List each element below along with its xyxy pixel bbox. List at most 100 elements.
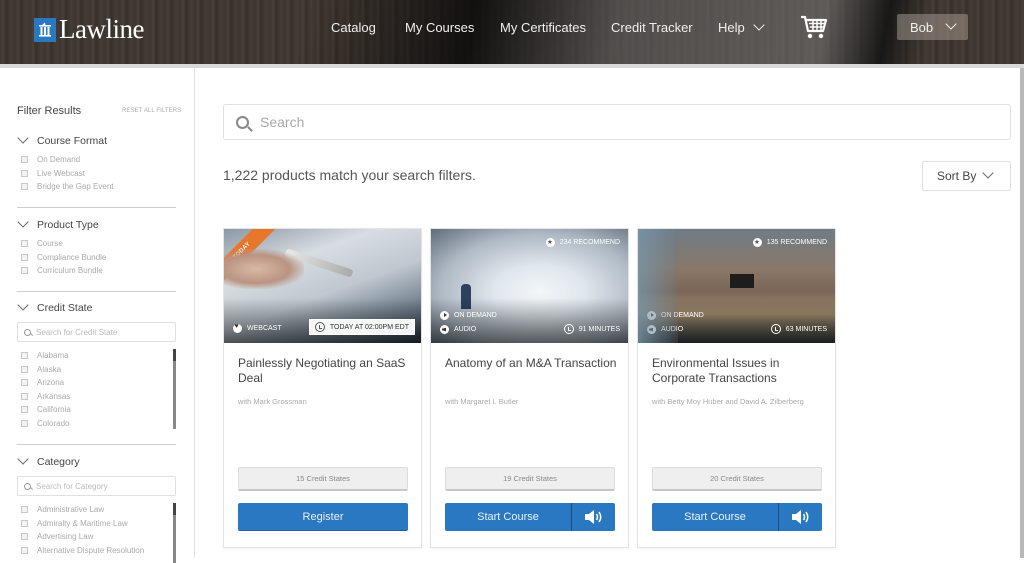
credit-state-search[interactable] (17, 322, 176, 342)
user-menu-button[interactable]: Bob (897, 14, 968, 40)
checkbox[interactable] (21, 392, 28, 400)
recommend-label: 135 RECOMMEND (766, 239, 827, 246)
course-author: with Betty Moy Huber and David A. Zilber… (652, 397, 804, 406)
filter-option-admiralty-maritime-law[interactable]: Admiralty & Maritime Law (17, 517, 176, 531)
filter-option-course[interactable]: Course (17, 237, 176, 251)
filter-option-arkansas[interactable]: Arkansas (17, 390, 176, 404)
option-label: Alaska (37, 364, 62, 374)
reset-all-filters-link[interactable]: RESET ALL FILTERS (122, 108, 181, 114)
star-icon (752, 238, 762, 247)
filter-option-live-webcast[interactable]: Live Webcast (17, 167, 176, 181)
credit-state-search-input[interactable] (36, 327, 166, 337)
register-button[interactable]: Register (238, 503, 408, 531)
course-thumbnail[interactable]: 234 RECOMMEND ON DEMAND AUDIO 91 MINUTES (431, 229, 628, 343)
course-card[interactable]: 135 RECOMMEND ON DEMAND AUDIO 63 MINUTES… (637, 228, 836, 548)
section-title: Course Format (37, 135, 108, 147)
audio-play-button[interactable] (572, 503, 615, 531)
nav-my-certificates[interactable]: My Certificates (500, 20, 586, 35)
checkbox[interactable] (21, 352, 28, 360)
filter-option-administrative-law[interactable]: Administrative Law (17, 503, 176, 517)
option-label: Arkansas (37, 391, 71, 401)
logo-pillar-icon (34, 17, 56, 42)
format-badge: ON DEMAND (440, 311, 497, 320)
filter-option-colorado[interactable]: Colorado (17, 417, 176, 430)
filter-option-alternative-dispute-resolution[interactable]: Alternative Dispute Resolution (17, 544, 176, 558)
media-label: AUDIO (661, 326, 684, 333)
nav-help[interactable]: Help (718, 19, 765, 35)
clock-icon (314, 322, 325, 332)
checkbox[interactable] (21, 546, 28, 554)
checkbox[interactable] (21, 406, 28, 414)
option-label: Alternative Dispute Resolution (37, 545, 145, 555)
filter-section-credit-state: Credit State Alabama Alaska Arizona Arka… (17, 299, 176, 429)
course-thumbnail[interactable]: TODAY WEBCAST TODAY AT 02:00PM EDT (224, 229, 421, 343)
sort-by-label: Sort By (937, 169, 977, 183)
divider (17, 207, 176, 208)
section-toggle-category[interactable]: Category (17, 453, 176, 468)
credit-states-button[interactable]: 19 Credit States (445, 467, 615, 491)
checkbox[interactable] (21, 506, 28, 514)
option-label: Colorado (37, 418, 70, 428)
section-toggle-course-format[interactable]: Course Format (17, 132, 176, 147)
filter-option-compliance-bundle[interactable]: Compliance Bundle (17, 251, 176, 265)
checkbox[interactable] (21, 365, 28, 373)
credit-state-scrollbar[interactable] (173, 349, 176, 429)
filter-option-on-demand[interactable]: On Demand (17, 153, 176, 167)
nav-credit-tracker[interactable]: Credit Tracker (611, 20, 693, 35)
divider (17, 291, 176, 292)
category-search-input[interactable] (36, 481, 166, 491)
checkbox[interactable] (21, 240, 28, 248)
filter-option-advertising-law[interactable]: Advertising Law (17, 530, 176, 544)
checkbox[interactable] (21, 379, 28, 387)
credit-states-button[interactable]: 15 Credit States (238, 467, 408, 491)
credit-states-button[interactable]: 20 Credit States (652, 467, 822, 491)
credit-state-list: Alabama Alaska Arizona Arkansas Californ… (17, 349, 176, 429)
course-title[interactable]: Anatomy of an M&A Transaction (445, 356, 620, 371)
duration-label: 63 MINUTES (785, 325, 827, 333)
course-thumbnail[interactable]: 135 RECOMMEND ON DEMAND AUDIO 63 MINUTES (638, 229, 835, 343)
checkbox[interactable] (21, 183, 28, 191)
section-toggle-credit-state[interactable]: Credit State (17, 299, 176, 314)
course-title[interactable]: Environmental Issues in Corporate Transa… (652, 356, 827, 386)
page-scrollbar[interactable] (1020, 68, 1024, 558)
checkbox[interactable] (21, 169, 28, 177)
shopping-cart-icon[interactable] (800, 14, 828, 40)
option-label: California (37, 405, 71, 415)
catalog-search-input[interactable] (260, 114, 960, 130)
filter-option-arizona[interactable]: Arizona (17, 376, 176, 390)
catalog-search[interactable] (223, 104, 1011, 140)
filter-option-curriculum-bundle[interactable]: Curriculum Bundle (17, 264, 176, 278)
clock-icon (563, 324, 574, 334)
start-course-button[interactable]: Start Course (652, 503, 779, 531)
filter-option-bridge-the-gap[interactable]: Bridge the Gap Event (17, 180, 176, 194)
filter-option-alaska[interactable]: Alaska (17, 363, 176, 377)
webcast-icon (233, 323, 242, 333)
checkbox[interactable] (21, 419, 28, 427)
start-course-button[interactable]: Start Course (445, 503, 572, 531)
filter-option-alabama[interactable]: Alabama (17, 349, 176, 363)
nav-catalog[interactable]: Catalog (331, 20, 376, 35)
option-label: Admiralty & Maritime Law (37, 518, 128, 528)
checkbox[interactable] (21, 519, 28, 527)
chevron-down-icon (753, 19, 765, 31)
category-search[interactable] (17, 476, 176, 496)
course-title[interactable]: Painlessly Negotiating an SaaS Deal (238, 356, 413, 386)
speaker-icon (791, 510, 808, 524)
course-card[interactable]: 234 RECOMMEND ON DEMAND AUDIO 91 MINUTES… (430, 228, 629, 548)
checkbox[interactable] (21, 156, 28, 164)
section-toggle-product-type[interactable]: Product Type (17, 216, 176, 231)
course-card[interactable]: TODAY WEBCAST TODAY AT 02:00PM EDT Painl… (223, 228, 422, 548)
nav-my-courses[interactable]: My Courses (405, 20, 474, 35)
option-label: Live Webcast (37, 168, 85, 178)
checkbox[interactable] (21, 253, 28, 261)
audio-play-button[interactable] (779, 503, 822, 531)
checkbox[interactable] (21, 533, 28, 541)
option-label: Advertising Law (37, 532, 94, 542)
play-icon (647, 311, 656, 320)
sort-by-dropdown[interactable]: Sort By (922, 161, 1011, 191)
checkbox[interactable] (21, 267, 28, 275)
category-scrollbar[interactable] (173, 503, 176, 563)
recommend-badge: 234 RECOMMEND (545, 238, 620, 247)
lawline-logo[interactable]: Lawline (34, 14, 144, 45)
filter-option-california[interactable]: California (17, 403, 176, 417)
